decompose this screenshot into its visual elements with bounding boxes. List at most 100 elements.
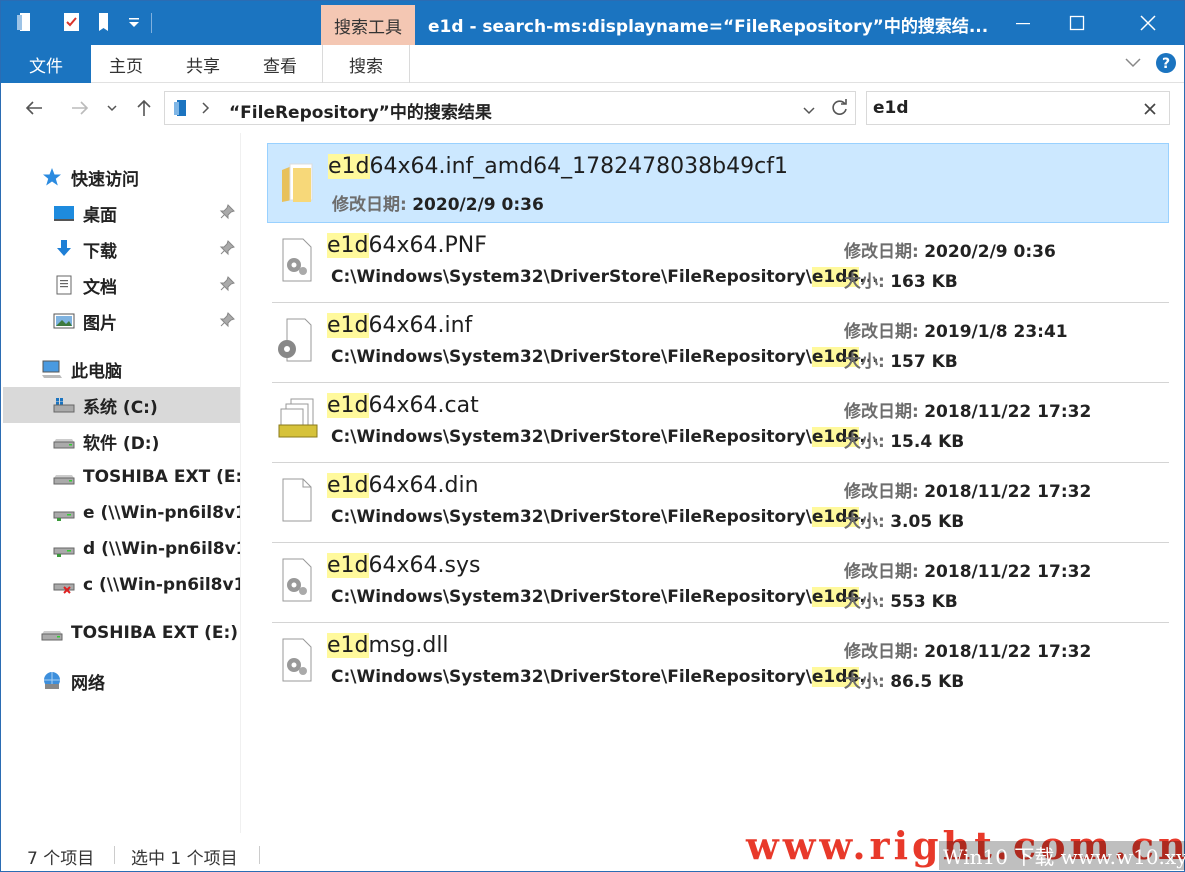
result-row[interactable]: e1d64x64.sys C:\Windows\System32\DriverS… xyxy=(267,543,1169,623)
path-text: C:\Windows\System32\DriverStore\FileRepo… xyxy=(331,427,812,447)
nav-documents[interactable]: 文档 xyxy=(3,267,240,303)
modified-label: 修改日期: xyxy=(844,322,919,342)
network-drive-icon xyxy=(53,502,75,524)
file-size: 大小: 157 KB xyxy=(844,347,958,372)
pin-icon[interactable] xyxy=(219,204,235,220)
nav-label: c (\\Win-pn6il8v188 xyxy=(83,575,240,595)
file-name-rest: 64x64.sys xyxy=(368,553,481,578)
modified-date: 修改日期: 2018/11/22 17:32 xyxy=(844,477,1091,502)
explorer-app-icon[interactable] xyxy=(15,11,37,33)
minimize-button[interactable] xyxy=(996,1,1050,45)
properties-icon[interactable] xyxy=(61,11,83,33)
breadcrumb[interactable]: “FileRepository”中的搜索结果 xyxy=(229,98,492,123)
tab-search[interactable]: 搜索 xyxy=(322,45,410,83)
modified-value: 2018/11/22 17:32 xyxy=(924,482,1092,502)
tab-view[interactable]: 查看 xyxy=(263,45,297,83)
tab-home[interactable]: 主页 xyxy=(109,45,143,83)
selected-count: 选中 1 个项目 xyxy=(131,849,238,869)
pin-icon[interactable] xyxy=(219,312,235,328)
nav-drive-c[interactable]: 系统 (C:) xyxy=(3,387,240,423)
modified-date: 修改日期: 2020/2/9 0:36 xyxy=(844,237,1056,262)
nav-quick-access[interactable]: 快速访问 xyxy=(3,159,240,195)
nav-label: 下载 xyxy=(83,241,117,262)
search-input[interactable]: e1d xyxy=(873,98,909,118)
path-text: C:\Windows\System32\DriverStore\FileRepo… xyxy=(331,667,812,687)
context-tab-search-tools[interactable]: 搜索工具 xyxy=(321,5,415,45)
nav-pictures[interactable]: 图片 xyxy=(3,303,240,339)
file-path: C:\Windows\System32\DriverStore\FileRepo… xyxy=(331,507,879,527)
size-value: 163 KB xyxy=(890,272,958,292)
forward-button[interactable] xyxy=(67,95,93,121)
nav-drive-d[interactable]: 软件 (D:) xyxy=(3,423,240,459)
nav-this-pc[interactable]: 此电脑 xyxy=(3,351,240,387)
refresh-button[interactable] xyxy=(827,95,853,121)
file-name: e1d64x64.din xyxy=(327,473,479,498)
drive-icon xyxy=(53,466,75,488)
nav-desktop[interactable]: 桌面 xyxy=(3,195,240,231)
network-drive-icon xyxy=(53,538,75,560)
close-button[interactable] xyxy=(1121,1,1175,45)
nav-label: 此电脑 xyxy=(71,361,122,382)
result-row[interactable]: e1d64x64.din C:\Windows\System32\DriverS… xyxy=(267,463,1169,543)
nav-network-drive-d[interactable]: d (\\Win-pn6il8v188 xyxy=(3,531,240,567)
desktop-icon xyxy=(53,202,75,224)
nav-drive-e[interactable]: TOSHIBA EXT (E:) xyxy=(3,459,240,495)
back-button[interactable] xyxy=(21,95,47,121)
nav-toshiba[interactable]: TOSHIBA EXT (E:) xyxy=(3,615,240,651)
system-drive-icon xyxy=(53,394,75,416)
nav-label: 桌面 xyxy=(83,205,117,226)
explorer-window: 搜索工具 e1d - search-ms:displayname=“FileRe… xyxy=(0,0,1185,872)
modified-value: 2018/11/22 17:32 xyxy=(924,642,1092,662)
file-name: e1d64x64.sys xyxy=(327,553,480,578)
nav-downloads[interactable]: 下载 xyxy=(3,231,240,267)
ribbon-tabs: 文件 主页 共享 查看 搜索 ? xyxy=(1,45,1184,83)
modified-label: 修改日期: xyxy=(844,402,919,422)
size-value: 86.5 KB xyxy=(890,672,965,692)
result-row[interactable]: e1dmsg.dll C:\Windows\System32\DriverSto… xyxy=(267,623,1169,703)
address-dropdown-icon[interactable] xyxy=(801,102,817,122)
nav-network[interactable]: 网络 xyxy=(3,663,240,699)
result-row[interactable]: e1d64x64.PNF C:\Windows\System32\DriverS… xyxy=(267,223,1169,303)
result-row[interactable]: e1d64x64.inf_amd64_1782478038b49cf1 修改日期… xyxy=(267,143,1169,223)
nav-network-drive-e[interactable]: e (\\Win-pn6il8v188 xyxy=(3,495,240,531)
search-box[interactable]: e1d xyxy=(866,91,1170,125)
svg-text:?: ? xyxy=(1162,56,1170,72)
file-path: C:\Windows\System32\DriverStore\FileRepo… xyxy=(331,587,879,607)
match-highlight: e1d xyxy=(327,553,369,578)
maximize-button[interactable] xyxy=(1050,1,1104,45)
setup-info-icon xyxy=(277,315,317,365)
size-label: 大小: xyxy=(844,592,885,612)
drive-icon xyxy=(53,430,75,452)
customize-qat-icon[interactable] xyxy=(123,11,145,33)
new-folder-icon[interactable] xyxy=(94,11,116,33)
match-highlight: e1d xyxy=(327,633,369,658)
file-name-rest: 64x64.inf_amd64_1782478038b49cf1 xyxy=(369,154,788,179)
pin-icon[interactable] xyxy=(219,240,235,256)
breadcrumb-chevron-icon[interactable] xyxy=(201,100,211,121)
match-highlight: e1d xyxy=(328,154,370,179)
nav-label: 系统 (C:) xyxy=(83,397,158,418)
address-bar[interactable]: “FileRepository”中的搜索结果 xyxy=(164,91,856,125)
search-results-list: e1d64x64.inf_amd64_1782478038b49cf1 修改日期… xyxy=(243,133,1184,833)
nav-network-drive-c[interactable]: c (\\Win-pn6il8v188 xyxy=(3,567,240,603)
help-icon[interactable]: ? xyxy=(1155,52,1177,79)
star-icon xyxy=(41,166,63,188)
size-value: 15.4 KB xyxy=(890,432,965,452)
match-highlight: e1d xyxy=(327,233,369,258)
picture-icon xyxy=(53,310,75,332)
result-row[interactable]: e1d64x64.inf C:\Windows\System32\DriverS… xyxy=(267,303,1169,383)
size-value: 553 KB xyxy=(890,592,958,612)
up-button[interactable] xyxy=(131,95,157,121)
qat-separator xyxy=(151,13,152,33)
pin-icon[interactable] xyxy=(219,276,235,292)
file-size: 大小: 163 KB xyxy=(844,267,958,292)
modified-value: 2018/11/22 17:32 xyxy=(924,402,1092,422)
tab-file[interactable]: 文件 xyxy=(1,45,91,83)
recent-locations-button[interactable] xyxy=(101,95,123,121)
clear-search-button[interactable] xyxy=(1143,101,1157,121)
catalog-file-icon xyxy=(277,395,318,445)
result-row[interactable]: e1d64x64.cat C:\Windows\System32\DriverS… xyxy=(267,383,1169,463)
tab-share[interactable]: 共享 xyxy=(186,45,220,83)
file-path: C:\Windows\System32\DriverStore\FileRepo… xyxy=(331,667,879,687)
expand-ribbon-icon[interactable] xyxy=(1123,55,1143,75)
